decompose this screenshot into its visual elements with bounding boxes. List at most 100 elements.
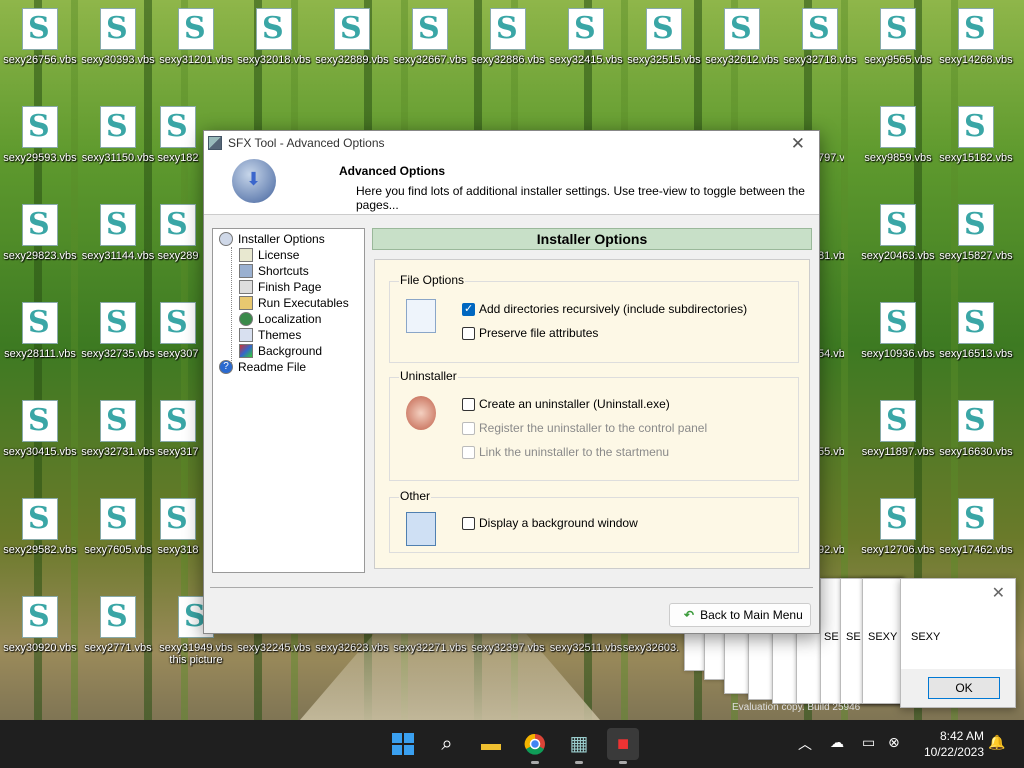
vbs-file-icon (724, 8, 760, 50)
checkbox-link-uninstaller-startmenu[interactable]: Link the uninstaller to the startmenu (462, 445, 669, 459)
desktop-icon[interactable]: sexy30920.vbs (0, 590, 80, 662)
desktop-icon[interactable]: sexy29593.vbs (0, 100, 80, 172)
desktop-icon[interactable]: sexy26756.vbs (0, 2, 80, 74)
vbs-file-icon (880, 400, 916, 442)
desktop-icon[interactable]: sexy317 (150, 394, 206, 466)
desktop-icon[interactable]: sexy30393.vbs (78, 2, 158, 74)
ok-button[interactable]: OK (928, 677, 1000, 699)
checkbox-disabled[interactable] (462, 421, 475, 435)
tree-item-localization[interactable]: Localization (239, 311, 321, 327)
desktop-icon[interactable]: 54.vbs (818, 296, 844, 368)
tree-item-shortcuts[interactable]: Shortcuts (239, 263, 309, 279)
checkbox-create-uninstaller[interactable]: Create an uninstaller (Uninstall.exe) (462, 397, 670, 411)
vbs-file-icon (160, 204, 196, 246)
clock-date: 10/22/2023 (923, 745, 984, 759)
tree-item-readme-file[interactable]: ? Readme File (219, 359, 306, 375)
close-icon[interactable]: ✕ (992, 583, 1005, 603)
checkbox-checked[interactable] (462, 302, 475, 316)
desktop-icon[interactable]: sexy15182.vbs (936, 100, 1016, 172)
vbs-file-icon (100, 8, 136, 50)
desktop-icon[interactable]: sexy32731.vbs (78, 394, 158, 466)
checkbox-display-background-window[interactable]: Display a background window (462, 516, 638, 530)
file-explorer-icon[interactable]: ▬ (475, 728, 507, 760)
chrome-icon[interactable] (519, 728, 551, 764)
display-icon[interactable]: ▭ (862, 734, 875, 751)
desktop-icon[interactable]: 55.vbs (818, 394, 844, 466)
desktop-icon[interactable]: sexy17462.vbs (936, 492, 1016, 564)
tree-item-finish-page[interactable]: Finish Page (239, 279, 321, 295)
desktop-icon[interactable]: sexy12706.vbs (858, 492, 938, 564)
vbs-file-icon (880, 302, 916, 344)
desktop-icon[interactable]: sexy9565.vbs (858, 2, 938, 74)
desktop-icon[interactable]: sexy9859.vbs (858, 100, 938, 172)
checkbox-preserve-file-attributes[interactable]: Preserve file attributes (462, 326, 598, 340)
tree-item-background[interactable]: Background (239, 343, 322, 359)
tree-item-license[interactable]: License (239, 247, 299, 263)
checkbox-unchecked[interactable] (462, 516, 475, 530)
background-icon (239, 344, 253, 358)
winrar-taskbar-icon[interactable]: ■ (607, 728, 639, 764)
group-file-options: File Options Add directories recursively… (389, 273, 799, 363)
desktop-icon[interactable]: sexy30415.vbs (0, 394, 80, 466)
checkbox-register-uninstaller[interactable]: Register the uninstaller to the control … (462, 421, 707, 435)
desktop-icon[interactable]: sexy32415.vbs (546, 2, 626, 74)
clock[interactable]: 8:42 AM 10/22/2023 (924, 728, 984, 760)
desktop-icon[interactable]: sexy31150.vbs (78, 100, 158, 172)
desktop-icon[interactable]: sexy28111.vbs (0, 296, 80, 368)
notification-bell-icon[interactable]: 🔔 (988, 734, 1005, 751)
desktop-icon[interactable]: 81.vbs (818, 198, 844, 270)
vbs-file-icon (22, 106, 58, 148)
desktop-icon[interactable]: sexy182 (150, 100, 206, 172)
desktop-icon[interactable]: 92.vbs (818, 492, 844, 564)
desktop-icon[interactable]: sexy32612.vbs (702, 2, 782, 74)
desktop-icon[interactable]: sexy32889.vbs (312, 2, 392, 74)
desktop-icon[interactable]: sexy32886.vbs (468, 2, 548, 74)
desktop-icon[interactable]: sexy31144.vbs (78, 198, 158, 270)
tree-item-themes[interactable]: Themes (239, 327, 301, 343)
onedrive-icon[interactable]: ☁ (830, 734, 844, 751)
desktop-icon[interactable]: sexy20463.vbs (858, 198, 938, 270)
vbs-file-icon (22, 498, 58, 540)
vbs-file-icon (412, 8, 448, 50)
chevron-up-icon[interactable]: ︿ (798, 734, 812, 754)
desktop-icon[interactable]: sexy7605.vbs (78, 492, 158, 564)
desktop-icon[interactable]: sexy307 (150, 296, 206, 368)
group-title: Other (399, 489, 432, 503)
start-windows-icon[interactable] (387, 728, 419, 760)
desktop-icon[interactable]: sexy16630.vbs (936, 394, 1016, 466)
title-bar[interactable]: SFX Tool - Advanced Options ✕ (204, 131, 819, 155)
network-icon[interactable]: ⊗ (888, 734, 900, 751)
desktop-icon[interactable]: sexy32515.vbs (624, 2, 704, 74)
desktop-icon[interactable]: sexy14268.vbs (936, 2, 1016, 74)
page-title-banner: Installer Options (372, 228, 812, 250)
search-icon[interactable]: ⌕ (431, 728, 463, 760)
checkbox-disabled[interactable] (462, 445, 475, 459)
tree-item-installer-options[interactable]: Installer Options (219, 231, 325, 247)
desktop-icon[interactable]: sexy32667.vbs (390, 2, 470, 74)
desktop-icon[interactable]: sexy29582.vbs (0, 492, 80, 564)
desktop-icon[interactable]: sexy31201.vbs (156, 2, 236, 74)
desktop-icon[interactable]: sexy11897.vbs (858, 394, 938, 466)
desktop-icon[interactable]: sexy29823.vbs (0, 198, 80, 270)
sfx-tool-taskbar-icon[interactable]: ▦ (563, 728, 595, 764)
themes-icon (239, 328, 253, 342)
close-button[interactable]: ✕ (785, 133, 811, 155)
tree-item-run-executables[interactable]: Run Executables (239, 295, 349, 311)
desktop-icon[interactable]: sexy32718.vbs (780, 2, 860, 74)
desktop-icon[interactable]: 797.vbs (818, 100, 844, 172)
desktop-icon[interactable]: sexy16513.vbs (936, 296, 1016, 368)
desktop-icon[interactable]: sexy32735.vbs (78, 296, 158, 368)
checkbox-unchecked[interactable] (462, 397, 475, 411)
message-box-footer: OK (901, 669, 1015, 707)
desktop-icon[interactable]: sexy32018.vbs (234, 2, 314, 74)
desktop-icon[interactable]: sexy289 (150, 198, 206, 270)
message-box: ✕ SEXY OK (900, 578, 1016, 708)
checkbox-add-directories-recursively[interactable]: Add directories recursively (include sub… (462, 302, 747, 316)
options-tree-view[interactable]: Installer Options License Shortcuts Fini… (212, 228, 365, 573)
back-to-main-menu-button[interactable]: ↶ Back to Main Menu (669, 603, 811, 627)
desktop-icon[interactable]: sexy15827.vbs (936, 198, 1016, 270)
desktop-icon[interactable]: sexy2771.vbs (78, 590, 158, 662)
checkbox-unchecked[interactable] (462, 326, 475, 340)
desktop-icon[interactable]: sexy10936.vbs (858, 296, 938, 368)
desktop-icon[interactable]: sexy318 (150, 492, 206, 564)
